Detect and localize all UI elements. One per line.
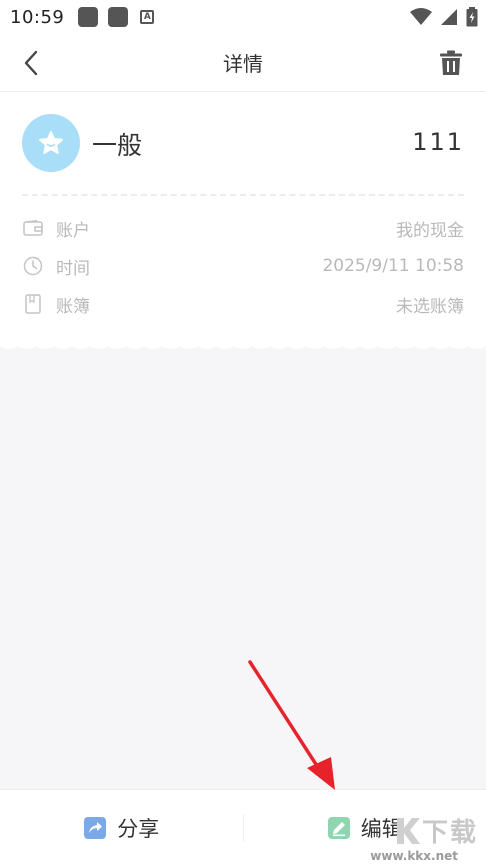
notification-icon [108, 7, 129, 27]
row-ledger: 账簿 未选账簿 [22, 289, 464, 319]
amount: 111 [412, 128, 464, 156]
watermark-url: www.kkx.net [370, 849, 458, 863]
chevron-left-icon [24, 50, 38, 76]
time-value: 2025/9/11 10:58 [322, 256, 464, 276]
watermark-text: 下载 [421, 818, 478, 848]
account-label: 账户 [56, 220, 90, 241]
trash-icon [440, 50, 462, 75]
notification-icon [78, 7, 99, 27]
time-label: 时间 [56, 258, 90, 279]
row-time: 时间 2025/9/11 10:58 [22, 251, 464, 281]
account-value: 我的现金 [396, 220, 464, 241]
edit-icon [327, 817, 350, 839]
page-title: 详情 [223, 52, 263, 76]
status-time: 10:59 [10, 6, 65, 28]
card-wave-edge [0, 340, 486, 349]
row-account: 账户 我的现金 [22, 213, 464, 243]
wifi-icon [410, 8, 432, 25]
ledger-value: 未选账簿 [396, 296, 464, 317]
battery-icon [466, 7, 478, 27]
app-notification-icon: A [140, 10, 155, 24]
back-button[interactable] [16, 48, 46, 78]
signal-icon [441, 9, 457, 25]
dashed-divider [22, 194, 464, 196]
ledger-label: 账簿 [56, 296, 90, 317]
share-button[interactable]: 分享 [0, 790, 243, 865]
clock-icon [22, 255, 44, 277]
status-bar: 10:59 A [0, 0, 486, 34]
delete-button[interactable] [436, 48, 466, 78]
star-icon [39, 131, 63, 154]
wallet-icon [22, 217, 44, 239]
nav-bar: 详情 [0, 34, 486, 92]
category-icon [22, 114, 80, 172]
watermark-logo: 下载 [392, 812, 478, 849]
category-name: 一般 [92, 131, 143, 160]
share-icon [84, 817, 107, 839]
share-label: 分享 [117, 817, 160, 841]
book-icon [22, 293, 44, 315]
watermark-k-icon [396, 817, 420, 844]
detail-card: 一般 111 账户 我的现金 时间 2025/9/11 10:58 账簿 未选账… [0, 92, 486, 344]
